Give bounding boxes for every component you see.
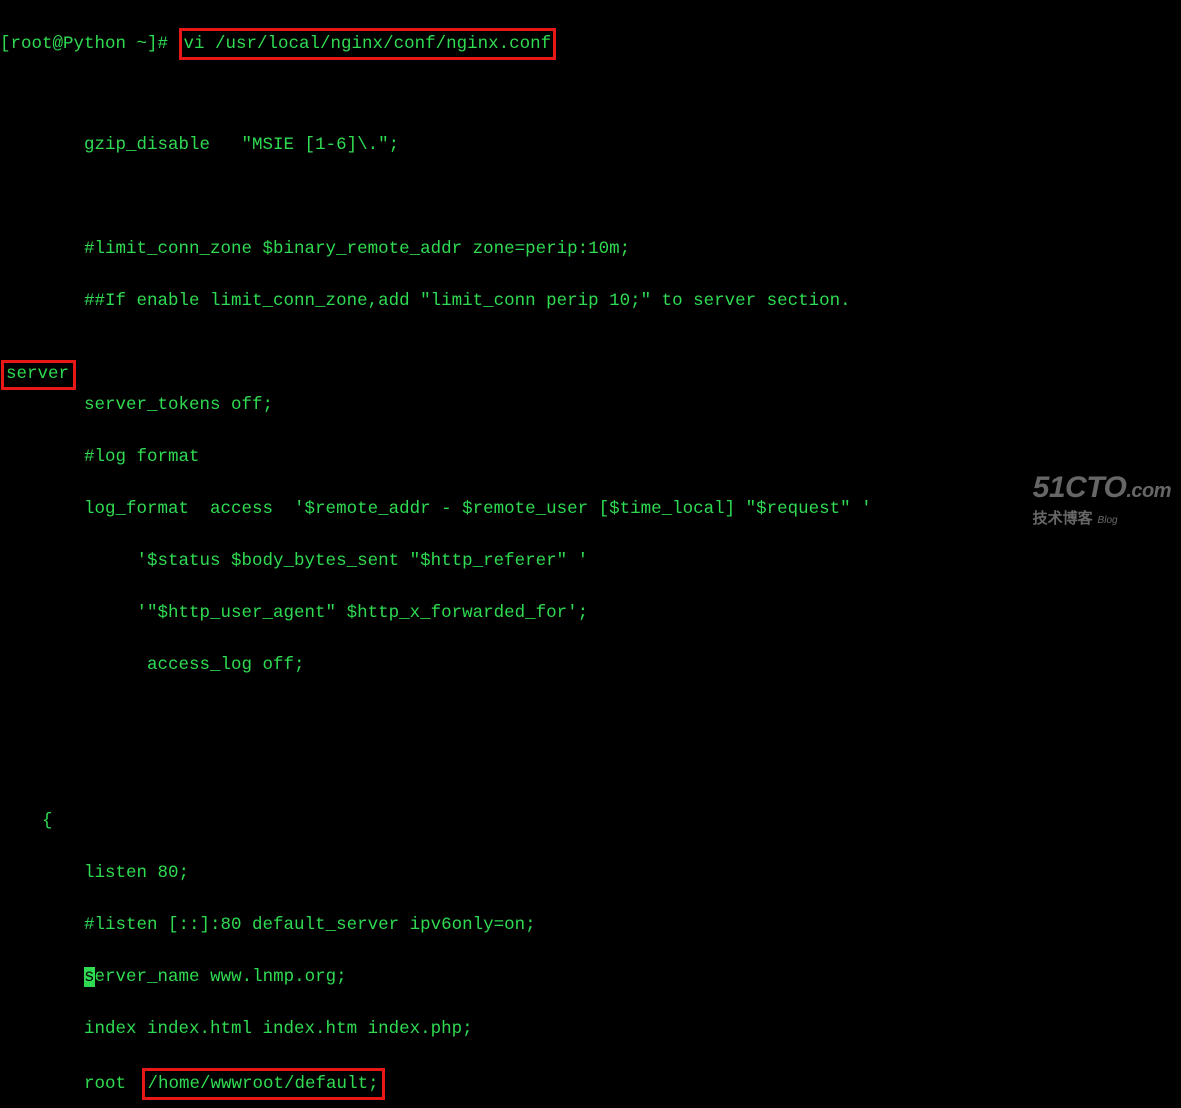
- config-line: '$status $body_bytes_sent "$http_referer…: [0, 548, 1181, 574]
- config-line: #listen [::]:80 default_server ipv6only=…: [0, 912, 1181, 938]
- cursor-position: s: [84, 967, 95, 987]
- watermark-subtitle: 技术博客: [1033, 510, 1093, 527]
- shell-prompt: [root@Python ~]#: [0, 34, 179, 54]
- config-line: log_format access '$remote_addr - $remot…: [0, 496, 1181, 522]
- command-highlight: vi /usr/local/nginx/conf/nginx.conf: [179, 28, 557, 60]
- root-path-highlight: /home/wwwroot/default;: [142, 1068, 385, 1100]
- config-line: listen 80;: [0, 860, 1181, 886]
- server-block-line: [0, 756, 1181, 782]
- vi-command: vi /usr/local/nginx/conf/nginx.conf: [184, 34, 552, 54]
- prompt-line: [root@Python ~]# vi /usr/local/nginx/con…: [0, 28, 1181, 54]
- config-line: #limit_conn_zone $binary_remote_addr zon…: [0, 236, 1181, 262]
- config-line: ##If enable limit_conn_zone,add "limit_c…: [0, 288, 1181, 314]
- config-line: gzip_disable "MSIE [1-6]\.";: [0, 132, 1181, 158]
- config-line: server_tokens off;: [0, 392, 1181, 418]
- watermark-brand: 51CTO: [1033, 471, 1127, 504]
- config-line: #log format: [0, 444, 1181, 470]
- server-keyword-highlight: server: [1, 360, 76, 390]
- terminal-output[interactable]: [root@Python ~]# vi /usr/local/nginx/con…: [0, 2, 1181, 1108]
- config-line: server_name www.lnmp.org;: [0, 964, 1181, 990]
- config-line: {: [0, 808, 1181, 834]
- config-line: root /home/wwwroot/default;: [0, 1068, 1181, 1094]
- watermark: 51CTO.com 技术博客 Blog: [1033, 475, 1171, 534]
- config-line: access_log off;: [0, 652, 1181, 678]
- config-line: index index.html index.htm index.php;: [0, 1016, 1181, 1042]
- config-line: '"$http_user_agent" $http_x_forwarded_fo…: [0, 600, 1181, 626]
- watermark-blog: Blog: [1098, 515, 1118, 526]
